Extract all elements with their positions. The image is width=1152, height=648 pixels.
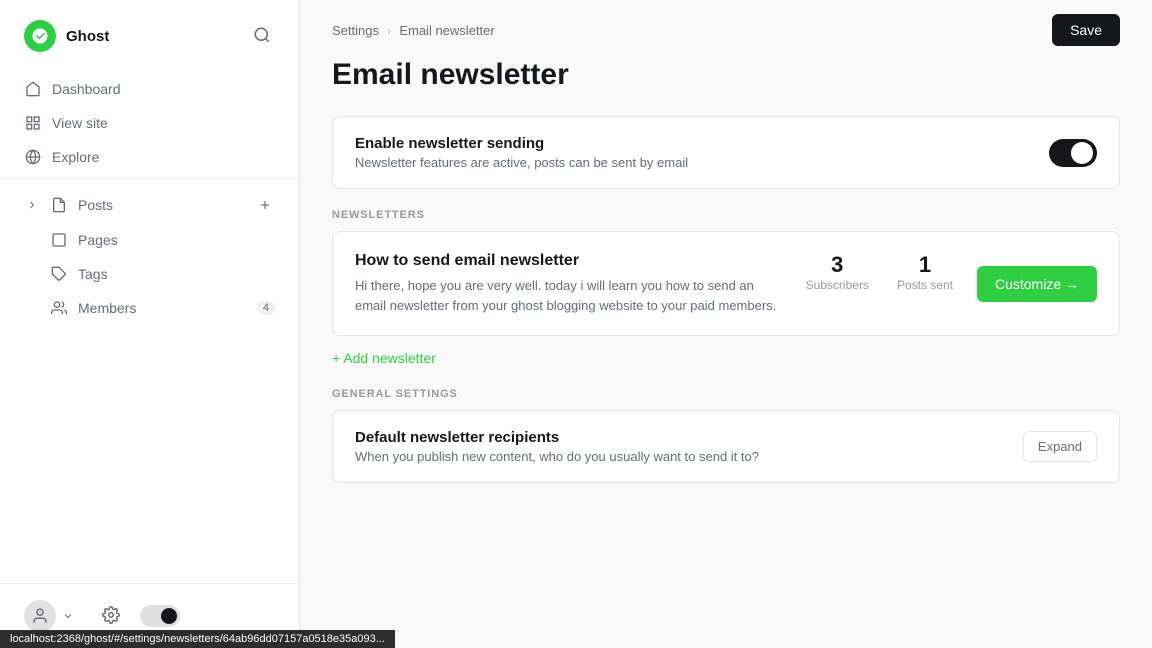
breadcrumb: Settings › Email newsletter <box>332 23 495 38</box>
posts-sent-stat: 1 Posts sent <box>897 252 953 292</box>
subscribers-label: Subscribers <box>806 278 869 292</box>
breadcrumb-separator: › <box>387 23 391 38</box>
avatar <box>24 600 56 632</box>
customize-button[interactable]: Customize → <box>977 266 1097 302</box>
sidebar: Ghost Dashboard View site Explore <box>0 0 300 648</box>
home-icon <box>24 80 42 98</box>
topbar: Settings › Email newsletter Save <box>300 0 1152 46</box>
posts-sent-label: Posts sent <box>897 278 953 292</box>
chevron-down-icon <box>62 610 74 622</box>
default-recipients-card: Default newsletter recipients When you p… <box>332 410 1120 483</box>
collapse-icon <box>24 197 40 213</box>
globe-icon <box>24 148 42 166</box>
enable-newsletter-card: Enable newsletter sending Newsletter fea… <box>332 116 1120 189</box>
posts-sent-value: 1 <box>897 252 953 278</box>
sidebar-item-pages[interactable]: Pages <box>0 223 299 257</box>
enable-newsletter-row: Enable newsletter sending Newsletter fea… <box>333 117 1119 188</box>
expand-button[interactable]: Expand <box>1023 431 1097 462</box>
brand-name: Ghost <box>66 28 109 45</box>
newsletter-info: How to send email newsletter Hi there, h… <box>355 252 782 315</box>
grid-icon <box>24 114 42 132</box>
subscribers-stat: 3 Subscribers <box>806 252 869 292</box>
sidebar-item-view-site[interactable]: View site <box>0 106 299 140</box>
sidebar-item-tags-label: Tags <box>78 266 108 282</box>
sidebar-item-members[interactable]: Members 4 <box>0 291 299 325</box>
enable-newsletter-label: Enable newsletter sending <box>355 135 688 152</box>
file-icon <box>50 196 68 214</box>
breadcrumb-parent: Settings <box>332 23 379 38</box>
sidebar-item-pages-label: Pages <box>78 232 118 248</box>
add-post-button[interactable] <box>255 195 275 215</box>
status-bar: localhost:2368/ghost/#/settings/newslett… <box>0 630 395 648</box>
recipients-desc: When you publish new content, who do you… <box>355 449 759 464</box>
subscribers-value: 3 <box>806 252 869 278</box>
general-settings-label: GENERAL SETTINGS <box>332 388 1120 400</box>
breadcrumb-current: Email newsletter <box>399 23 494 38</box>
settings-button[interactable] <box>98 602 124 631</box>
content-nav: Posts Pages Tags Members 4 <box>0 178 299 333</box>
newsletters-section-label: NEWSLETTERS <box>332 209 1120 221</box>
dark-mode-toggle[interactable] <box>140 605 180 627</box>
brand-icon <box>24 20 56 52</box>
search-button[interactable] <box>249 22 275 51</box>
sidebar-header: Ghost <box>0 0 299 68</box>
members-badge: 4 <box>257 301 275 315</box>
main-content: Settings › Email newsletter Save Email n… <box>300 0 1152 648</box>
newsletter-stats: 3 Subscribers 1 Posts sent <box>806 252 953 292</box>
sidebar-item-tags[interactable]: Tags <box>0 257 299 291</box>
recipients-label: Default newsletter recipients <box>355 429 759 446</box>
sidebar-item-posts-label: Posts <box>78 197 113 213</box>
newsletter-title: How to send email newsletter <box>355 252 782 270</box>
page-content: Email newsletter Enable newsletter sendi… <box>300 46 1152 515</box>
sidebar-item-posts[interactable]: Posts <box>0 187 299 223</box>
save-button[interactable]: Save <box>1052 14 1120 46</box>
status-url: localhost:2368/ghost/#/settings/newslett… <box>10 633 385 645</box>
sidebar-item-explore-label: Explore <box>52 149 99 165</box>
page-icon <box>50 231 68 249</box>
members-icon <box>50 299 68 317</box>
recipients-text: Default newsletter recipients When you p… <box>355 429 759 464</box>
brand-logo[interactable]: Ghost <box>24 20 109 52</box>
enable-newsletter-text: Enable newsletter sending Newsletter fea… <box>355 135 688 170</box>
user-menu-button[interactable] <box>24 600 74 632</box>
sidebar-item-dashboard[interactable]: Dashboard <box>0 72 299 106</box>
page-title: Email newsletter <box>332 58 1120 92</box>
sidebar-item-explore[interactable]: Explore <box>0 140 299 174</box>
newsletter-toggle[interactable] <box>1049 139 1097 167</box>
sidebar-item-view-site-label: View site <box>52 115 108 131</box>
main-nav: Dashboard View site Explore <box>0 68 299 178</box>
add-newsletter-button[interactable]: + Add newsletter <box>332 344 436 372</box>
sidebar-item-members-label: Members <box>78 300 136 316</box>
sidebar-item-dashboard-label: Dashboard <box>52 81 121 97</box>
newsletter-card: How to send email newsletter Hi there, h… <box>332 231 1120 336</box>
enable-newsletter-desc: Newsletter features are active, posts ca… <box>355 155 688 170</box>
tag-icon <box>50 265 68 283</box>
newsletter-description: Hi there, hope you are very well. today … <box>355 276 782 315</box>
